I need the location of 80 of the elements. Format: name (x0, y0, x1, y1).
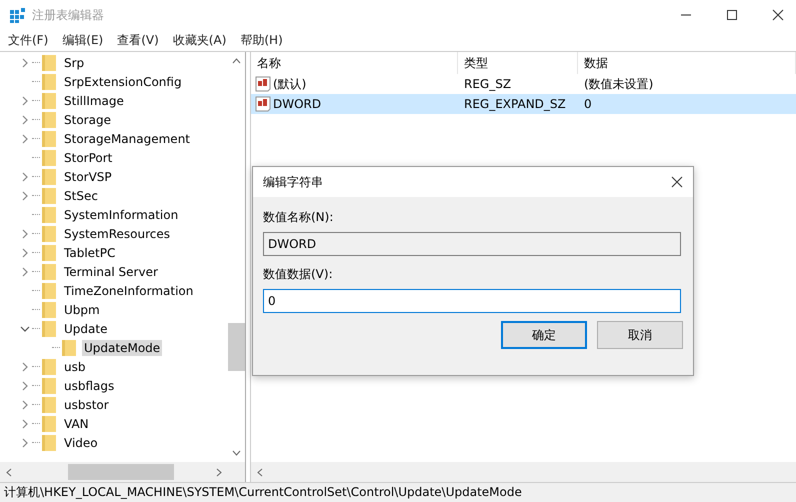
menu-item[interactable]: 查看(V) (117, 32, 159, 49)
value-row[interactable]: DWORD REG_EXPAND_SZ 0 (251, 94, 796, 114)
maximize-icon[interactable] (726, 9, 738, 21)
scrollbar-thumb[interactable] (228, 323, 245, 371)
field-label: 数值名称(N): (263, 209, 334, 226)
value-type: REG_EXPAND_SZ (463, 97, 567, 111)
folder-icon (42, 54, 56, 70)
registry-icon (10, 7, 26, 23)
value-data: (数值未设置) (583, 76, 654, 92)
tree-item[interactable]: StorPort (62, 150, 114, 166)
tree-item[interactable]: UpdateMode (82, 340, 162, 356)
folder-icon (42, 282, 56, 298)
close-icon[interactable] (671, 176, 683, 188)
scroll-down-icon[interactable] (232, 450, 241, 456)
menu-item[interactable]: 帮助(H) (240, 32, 283, 49)
column-header[interactable]: 类型 (458, 52, 578, 74)
tree-item[interactable]: Storage (62, 112, 113, 128)
folder-icon (62, 340, 76, 356)
tree-item[interactable]: VAN (62, 416, 91, 432)
tree-item[interactable]: usbflags (62, 378, 116, 394)
folder-icon (42, 302, 56, 318)
tree-item[interactable]: StorVSP (62, 168, 114, 184)
tree-item[interactable]: SystemResources (62, 226, 172, 242)
folder-icon (42, 264, 56, 280)
window-title: 注册表编辑器 (32, 6, 104, 24)
menu-item[interactable]: 文件(F) (8, 32, 48, 49)
folder-icon (42, 130, 56, 146)
value-name: DWORD (273, 97, 322, 111)
column-header[interactable]: 数据 (578, 52, 796, 74)
tree-item[interactable]: Update (62, 320, 110, 336)
close-icon[interactable] (772, 9, 784, 21)
value-data: 0 (583, 97, 593, 111)
tree-item[interactable]: StorageManagement (62, 130, 192, 146)
menu-item[interactable]: 编辑(E) (62, 32, 104, 49)
folder-icon (42, 112, 56, 128)
cancel-button[interactable]: 取消 (597, 321, 683, 349)
tree-item[interactable]: SrpExtensionConfig (62, 74, 184, 90)
folder-icon (42, 188, 56, 204)
tree-item[interactable]: Video (62, 434, 100, 450)
value-row[interactable]: (默认) REG_SZ (数值未设置) (251, 74, 796, 94)
folder-icon (42, 150, 56, 166)
scroll-left-icon[interactable] (257, 468, 263, 476)
status-bar: 计算机\HKEY_LOCAL_MACHINE\SYSTEM\CurrentControlSet\Control\Update\UpdateMode (0, 482, 796, 502)
ok-button[interactable]: 确定 (501, 321, 587, 349)
folder-icon (42, 434, 56, 450)
name-field[interactable]: DWORD (263, 232, 681, 256)
tree-item[interactable]: Ubpm (62, 302, 102, 318)
folder-icon (42, 92, 56, 108)
tree-item[interactable]: StSec (62, 188, 100, 204)
menu-item[interactable]: 收藏夹(A) (172, 32, 226, 49)
column-header[interactable]: 名称 (251, 52, 458, 74)
tree-item[interactable]: TabletPC (62, 244, 118, 260)
tree-item[interactable]: Srp (62, 54, 86, 70)
tree-item[interactable]: StillImage (62, 92, 126, 108)
scroll-left-icon[interactable] (6, 468, 12, 476)
scrollbar-thumb[interactable] (68, 464, 174, 480)
data-field[interactable]: 0 (263, 289, 681, 313)
folder-icon (42, 378, 56, 394)
tree-item[interactable]: SystemInformation (62, 206, 180, 222)
tree-item[interactable]: usb (62, 358, 88, 374)
folder-icon (42, 206, 56, 222)
folder-icon (42, 226, 56, 242)
value-name: (默认) (273, 76, 306, 92)
tree-item[interactable]: Terminal Server (62, 264, 160, 280)
scroll-up-icon[interactable] (232, 58, 241, 64)
folder-icon (42, 320, 56, 336)
folder-icon (42, 74, 56, 90)
tree-item[interactable]: usbstor (62, 396, 111, 412)
folder-icon (42, 358, 56, 374)
scroll-right-icon[interactable] (216, 468, 222, 476)
tree-item[interactable]: TimeZoneInformation (62, 282, 196, 298)
string-value-icon (255, 76, 271, 92)
dialog-title: 编辑字符串 (263, 174, 323, 190)
folder-icon (42, 168, 56, 184)
value-type: REG_SZ (463, 77, 512, 91)
folder-icon (42, 396, 56, 412)
folder-icon (42, 244, 56, 260)
folder-icon (42, 416, 56, 432)
string-value-icon (255, 96, 271, 112)
field-label: 数值数据(V): (263, 266, 333, 283)
